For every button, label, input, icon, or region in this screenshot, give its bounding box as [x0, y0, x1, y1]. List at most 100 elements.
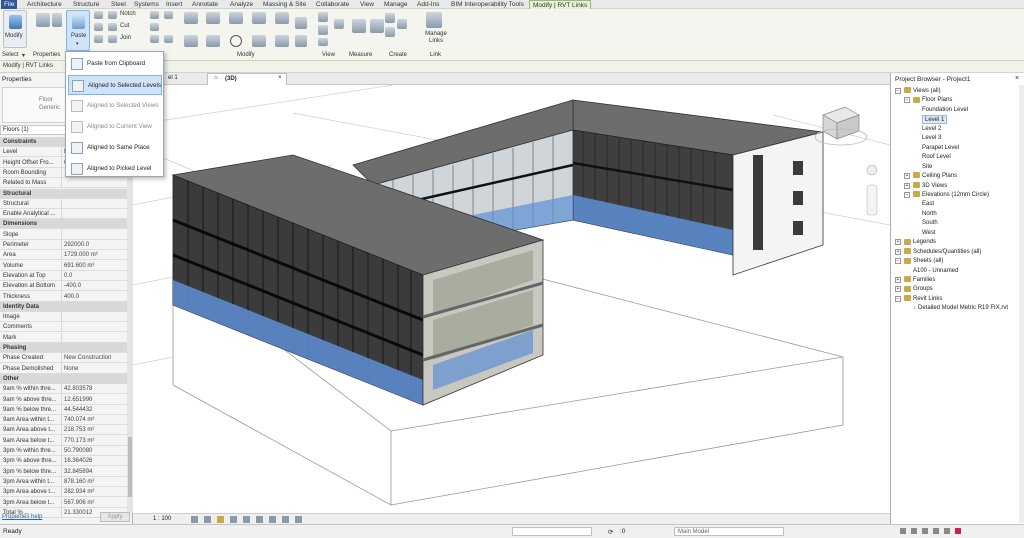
ribbon-tab-analyze[interactable]: Analyze [227, 0, 256, 9]
browser-tree-item[interactable]: Ceiling Plans [913, 172, 957, 181]
paste-menu-item[interactable]: Aligned to Picked Level [68, 159, 162, 179]
property-group-header[interactable]: Other [0, 373, 127, 384]
crop-icon[interactable] [256, 516, 263, 523]
paste-menu-item[interactable]: Aligned to Selected Levels [68, 75, 162, 95]
browser-tree-item[interactable]: ↓ Detailed Model Metric R19 FIX.rvt [913, 304, 1008, 313]
offset-icon[interactable] [206, 12, 220, 24]
linework-icon[interactable] [318, 38, 328, 46]
tree-expand-toggle[interactable]: + [895, 248, 901, 255]
property-row[interactable]: Perimeter 292000.0 [0, 240, 127, 250]
match-type-icon[interactable] [94, 35, 103, 43]
property-value[interactable] [61, 209, 125, 220]
measure-icon[interactable] [352, 19, 366, 33]
view-scale[interactable]: 1 : 100 [153, 516, 171, 522]
property-value[interactable] [61, 332, 125, 343]
property-value[interactable]: 50.790080 [61, 446, 125, 456]
property-row[interactable]: Thickness 400.0 [0, 291, 127, 302]
browser-tree-item[interactable]: West [922, 229, 936, 238]
workset-field[interactable] [512, 527, 592, 536]
create-parts-icon[interactable] [397, 19, 407, 29]
browser-tree-item[interactable]: Foundation Level [922, 106, 968, 115]
property-row[interactable]: Elevation at Bottom -400.0 [0, 281, 127, 292]
property-row[interactable]: 3pm % above thre... 16.364026 [0, 456, 127, 467]
property-row[interactable]: 9am % above thre... 12.651990 [0, 394, 127, 405]
type-properties-icon[interactable] [52, 13, 62, 27]
property-row[interactable]: 3pm Area within t... 878.160 m² [0, 476, 127, 487]
property-value[interactable]: -400.0 [61, 281, 125, 292]
browser-tree-item[interactable]: Families [904, 276, 935, 285]
property-value[interactable]: 32.845894 [61, 466, 125, 477]
ribbon-tab-view[interactable]: View [357, 0, 377, 9]
ribbon-tab-insert[interactable]: Insert [163, 0, 185, 9]
property-row[interactable]: 9am Area within t... 740.074 m² [0, 415, 127, 426]
tree-expand-toggle[interactable]: − [904, 191, 910, 198]
ribbon-tab-file[interactable]: File [1, 0, 18, 9]
manage-links-label[interactable]: Manage Links [422, 31, 450, 45]
filter-icon[interactable] [955, 528, 961, 534]
view-tools-icon[interactable] [334, 19, 344, 29]
browser-tree-item[interactable]: Floor Plans [913, 96, 952, 105]
drag-elements-icon[interactable] [944, 528, 950, 534]
browser-tree-item[interactable]: Parapet Level [922, 144, 959, 153]
property-value[interactable]: 0.0 [61, 270, 125, 281]
property-value[interactable] [61, 312, 125, 323]
property-row[interactable]: 9am Area above t... 218.753 m² [0, 425, 127, 436]
select-by-face-icon[interactable] [933, 528, 939, 534]
tree-expand-toggle[interactable]: + [904, 173, 910, 180]
shadows-icon[interactable] [230, 516, 237, 523]
cut-button[interactable]: Cut [120, 23, 129, 29]
browser-tree-item[interactable]: North [922, 210, 937, 219]
create-similar-icon[interactable] [385, 27, 395, 37]
detail-level-icon[interactable] [191, 516, 198, 523]
ribbon-tab-architecture[interactable]: Architecture [24, 0, 65, 9]
cut-geometry-icon[interactable] [108, 23, 117, 31]
property-group-header[interactable]: Identity Data [0, 301, 127, 312]
3d-viewport[interactable] [133, 85, 890, 513]
property-row[interactable]: 9am Area below t... 770.173 m² [0, 435, 127, 446]
property-value[interactable] [61, 229, 125, 240]
browser-tree-item[interactable]: Revit Links [904, 295, 942, 304]
property-row[interactable]: 9am % within thre... 42.803578 [0, 384, 127, 395]
select-links-icon[interactable] [900, 528, 906, 534]
move-icon[interactable] [184, 35, 198, 47]
property-value[interactable]: 400.0 [61, 291, 125, 302]
select-pinned-icon[interactable] [922, 528, 928, 534]
browser-tree-item[interactable]: East [922, 200, 934, 209]
scale-icon[interactable] [295, 17, 307, 29]
ribbon-tab-collaborate[interactable]: Collaborate [313, 0, 352, 9]
property-row[interactable]: Enable Analytical ... [0, 209, 127, 220]
tree-expand-toggle[interactable]: + [895, 286, 901, 293]
pick-icon[interactable] [164, 35, 173, 43]
property-value[interactable]: None [61, 363, 125, 374]
reveal-hidden-icon[interactable] [295, 516, 302, 523]
ribbon-tab-massing-site[interactable]: Massing & Site [260, 0, 309, 9]
create-group-icon[interactable] [385, 13, 395, 23]
align-icon[interactable] [184, 12, 198, 24]
rotate-icon[interactable] [230, 35, 242, 47]
view-tab-3d[interactable]: ⌂ (3D) × [207, 73, 287, 85]
browser-tree-item[interactable]: Views (all) [904, 87, 941, 96]
property-row[interactable]: 3pm Area below t... 567.906 m² [0, 497, 127, 508]
property-value[interactable]: 292000.0 [61, 240, 125, 250]
property-row[interactable]: Mark [0, 332, 127, 343]
paste-menu-item[interactable]: Aligned to Current View [68, 117, 162, 137]
property-value[interactable]: 878.160 m² [61, 476, 125, 487]
paste-menu-item[interactable]: Aligned to Same Place [68, 138, 162, 158]
demolish-icon[interactable] [150, 35, 159, 43]
property-value[interactable]: 12.651990 [61, 394, 125, 405]
tree-expand-toggle[interactable]: − [895, 295, 901, 302]
property-row[interactable]: 9am % below thre... 44.544432 [0, 404, 127, 415]
ribbon-tab-add-ins[interactable]: Add-Ins [414, 0, 442, 9]
ribbon-tab-structure[interactable]: Structure [70, 0, 102, 9]
hide-icon[interactable] [318, 12, 328, 22]
properties-help-link[interactable]: Properties help [2, 514, 42, 520]
tree-expand-toggle[interactable]: − [904, 97, 910, 104]
sun-path-icon[interactable] [217, 516, 224, 523]
cut-clipboard-icon[interactable] [94, 23, 103, 31]
ribbon-tab-modify-rvt-links[interactable]: Modify | RVT Links [529, 0, 592, 9]
copy-element-icon[interactable] [206, 35, 220, 47]
sync-icon[interactable]: ⟳ [608, 528, 613, 536]
browser-tree-item[interactable]: Sheets (all) [904, 257, 943, 266]
manage-links-icon[interactable] [426, 12, 442, 28]
property-row[interactable]: 3pm Area above t... 282.934 m² [0, 487, 127, 498]
